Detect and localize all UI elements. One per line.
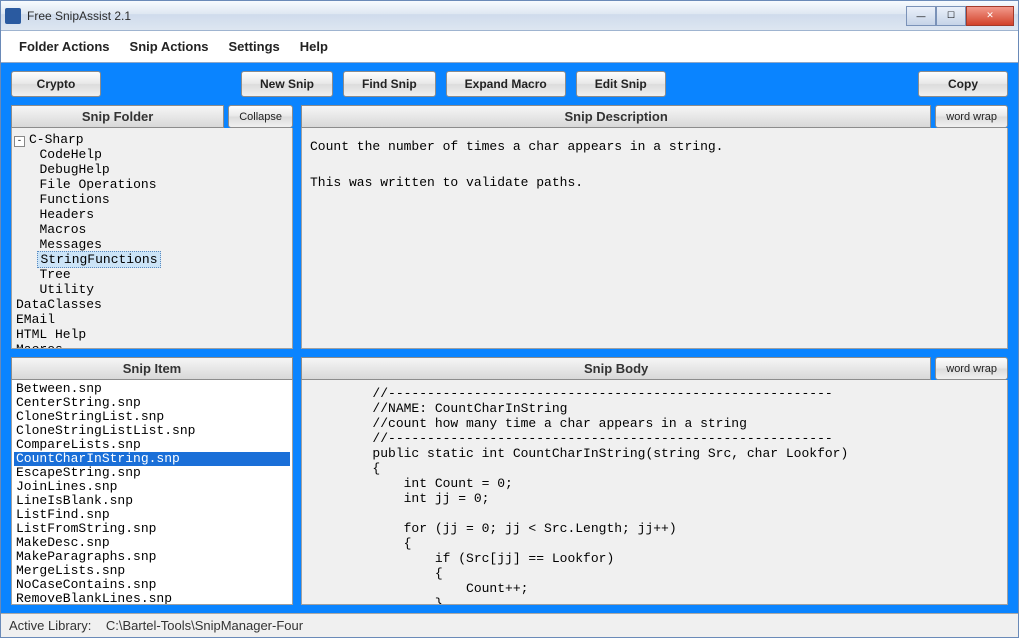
tree-child-node[interactable]: StringFunctions [14, 252, 290, 267]
new-snip-button[interactable]: New Snip [241, 71, 333, 97]
tree-child-node[interactable]: CodeHelp [14, 147, 290, 162]
snip-folder-panel: Snip Folder Collapse -C-Sharp CodeHelp D… [11, 105, 293, 349]
folder-tree: -C-Sharp CodeHelp DebugHelp File Operati… [12, 128, 292, 349]
item-list-container[interactable]: Between.snpCenterString.snpCloneStringLi… [11, 380, 293, 605]
tree-root-node[interactable]: -C-Sharp [14, 132, 290, 147]
tree-child-label[interactable]: Tree [37, 267, 72, 282]
tree-child-label[interactable]: CodeHelp [37, 147, 103, 162]
list-item[interactable]: NoCaseContains.snp [14, 578, 290, 592]
tree-child-label[interactable]: Functions [37, 192, 111, 207]
list-item[interactable]: EscapeString.snp [14, 466, 290, 480]
tree-child-label[interactable]: Headers [37, 207, 96, 222]
tree-child-node[interactable]: Macros [14, 222, 290, 237]
snip-item-panel: Snip Item Between.snpCenterString.snpClo… [11, 357, 293, 605]
maximize-button[interactable]: ☐ [936, 6, 966, 26]
main-content: Snip Folder Collapse -C-Sharp CodeHelp D… [1, 105, 1018, 613]
tree-child-node[interactable]: DebugHelp [14, 162, 290, 177]
copy-button[interactable]: Copy [918, 71, 1008, 97]
tree-child-label[interactable]: Utility [37, 282, 96, 297]
crypto-button[interactable]: Crypto [11, 71, 101, 97]
desc-word-wrap-button[interactable]: word wrap [935, 105, 1008, 128]
window-title: Free SnipAssist 2.1 [27, 9, 906, 23]
snip-description-title: Snip Description [301, 105, 931, 128]
list-item[interactable]: ListFind.snp [14, 508, 290, 522]
tree-sibling-node[interactable]: HTML Help [14, 327, 290, 342]
menubar: Folder Actions Snip Actions Settings Hel… [1, 31, 1018, 63]
tree-sibling-node[interactable]: DataClasses [14, 297, 290, 312]
collapse-button[interactable]: Collapse [228, 105, 293, 128]
snip-folder-title: Snip Folder [11, 105, 224, 128]
tree-sibling-label[interactable]: DataClasses [14, 297, 104, 312]
list-item[interactable]: RemoveBlankLines.snp [14, 592, 290, 605]
tree-sibling-node[interactable]: EMail [14, 312, 290, 327]
tree-sibling-node[interactable]: Macros [14, 342, 290, 349]
status-label: Active Library: [9, 618, 91, 633]
description-text[interactable]: Count the number of times a char appears… [302, 128, 1007, 202]
status-path: C:\Bartel-Tools\SnipManager-Four [106, 618, 303, 633]
tree-child-label[interactable]: Macros [37, 222, 88, 237]
list-item[interactable]: CloneStringListList.snp [14, 424, 290, 438]
tree-child-node[interactable]: Headers [14, 207, 290, 222]
list-item[interactable]: MakeParagraphs.snp [14, 550, 290, 564]
list-item[interactable]: Between.snp [14, 382, 290, 396]
snip-description-panel: Snip Description word wrap Count the num… [301, 105, 1008, 349]
titlebar: Free SnipAssist 2.1 — ☐ ✕ [1, 1, 1018, 31]
list-item[interactable]: ListFromString.snp [14, 522, 290, 536]
list-item[interactable]: CenterString.snp [14, 396, 290, 410]
tree-child-label[interactable]: Messages [37, 237, 103, 252]
app-window: Free SnipAssist 2.1 — ☐ ✕ Folder Actions… [0, 0, 1019, 638]
snip-item-title: Snip Item [11, 357, 293, 380]
collapse-icon[interactable]: - [14, 136, 25, 147]
tree-child-node[interactable]: Messages [14, 237, 290, 252]
item-list: Between.snpCenterString.snpCloneStringLi… [12, 380, 292, 605]
code-text[interactable]: //--------------------------------------… [302, 380, 1007, 605]
list-item[interactable]: JoinLines.snp [14, 480, 290, 494]
body-word-wrap-button[interactable]: word wrap [935, 357, 1008, 380]
statusbar: Active Library: C:\Bartel-Tools\SnipMana… [1, 613, 1018, 637]
tree-sibling-label[interactable]: HTML Help [14, 327, 88, 342]
description-container[interactable]: Count the number of times a char appears… [301, 128, 1008, 349]
menu-help[interactable]: Help [300, 39, 328, 54]
toolbar: Crypto New Snip Find Snip Expand Macro E… [1, 63, 1018, 105]
code-container[interactable]: //--------------------------------------… [301, 380, 1008, 605]
tree-sibling-label[interactable]: EMail [14, 312, 57, 327]
list-item[interactable]: CompareLists.snp [14, 438, 290, 452]
list-item[interactable]: MakeDesc.snp [14, 536, 290, 550]
list-item[interactable]: MergeLists.snp [14, 564, 290, 578]
snip-body-panel: Snip Body word wrap //------------------… [301, 357, 1008, 605]
expand-macro-button[interactable]: Expand Macro [446, 71, 566, 97]
list-item[interactable]: CountCharInString.snp [14, 452, 290, 466]
tree-child-node[interactable]: Functions [14, 192, 290, 207]
menu-folder-actions[interactable]: Folder Actions [19, 39, 110, 54]
tree-root-label[interactable]: C-Sharp [27, 132, 86, 147]
list-item[interactable]: LineIsBlank.snp [14, 494, 290, 508]
menu-snip-actions[interactable]: Snip Actions [130, 39, 209, 54]
tree-child-node[interactable]: Tree [14, 267, 290, 282]
tree-child-node[interactable]: File Operations [14, 177, 290, 192]
minimize-button[interactable]: — [906, 6, 936, 26]
menu-settings[interactable]: Settings [229, 39, 280, 54]
tree-child-label[interactable]: DebugHelp [37, 162, 111, 177]
tree-child-node[interactable]: Utility [14, 282, 290, 297]
tree-child-label[interactable]: StringFunctions [37, 251, 160, 268]
tree-sibling-label[interactable]: Macros [14, 342, 65, 349]
snip-body-title: Snip Body [301, 357, 931, 380]
window-controls: — ☐ ✕ [906, 6, 1014, 26]
tree-child-label[interactable]: File Operations [37, 177, 158, 192]
close-button[interactable]: ✕ [966, 6, 1014, 26]
folder-tree-container[interactable]: -C-Sharp CodeHelp DebugHelp File Operati… [11, 128, 293, 349]
edit-snip-button[interactable]: Edit Snip [576, 71, 666, 97]
list-item[interactable]: CloneStringList.snp [14, 410, 290, 424]
find-snip-button[interactable]: Find Snip [343, 71, 436, 97]
app-icon [5, 8, 21, 24]
